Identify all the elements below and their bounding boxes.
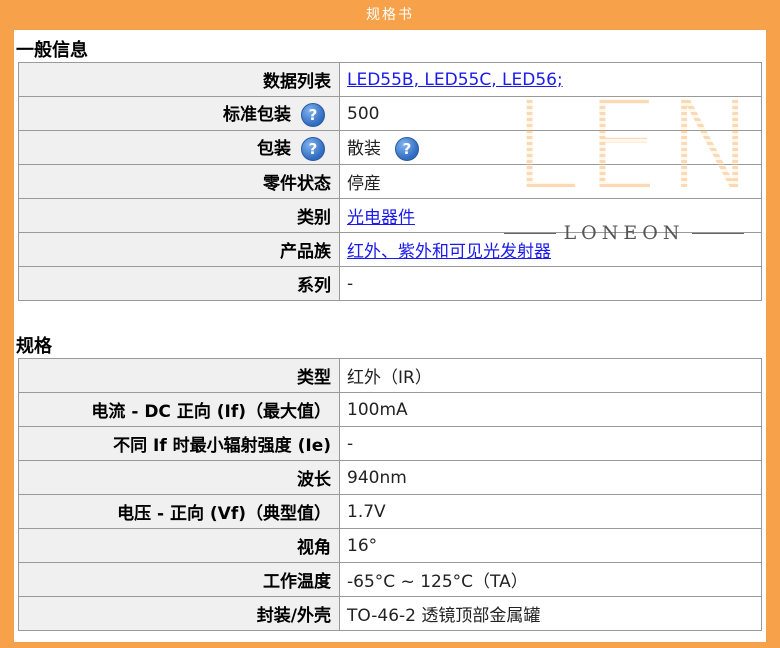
row-label: 零件状态 [263, 174, 331, 194]
general-info-row: 数据列表 LED55B, LED55C, LED56; [18, 62, 762, 97]
row-value-cell: 光电器件 [339, 198, 762, 233]
row-value-cell: - [339, 426, 762, 461]
general-info-row: 包装? 散装? [18, 130, 762, 165]
row-value-cell: 停産 [339, 164, 762, 199]
section-heading-specs: 规格 [16, 336, 52, 357]
general-info-row: 零件状态 停産 [18, 164, 762, 199]
spec-row: 视角 16° [18, 528, 762, 563]
page-banner: 规格书 [0, 0, 780, 30]
row-value-cell: 1.7V [339, 494, 762, 529]
question-help-icon[interactable]: ? [395, 137, 419, 161]
row-value-cell: 500 [339, 96, 762, 131]
row-value-cell: 940nm [339, 460, 762, 495]
spec-row: 电压 - 正向 (Vf)（典型值） 1.7V [18, 494, 762, 529]
datasheet-panel: 一般信息 数据列表 LED55B, LED55C, LED56; 标准包装? 500 包… [14, 30, 766, 642]
general-info-row: 类别 光电器件 [18, 198, 762, 233]
spec-row: 类型 红外（IR） [18, 358, 762, 393]
row-value-cell: 红外、紫外和可见光发射器 [339, 232, 762, 267]
row-label-cell: 视角 [18, 528, 340, 563]
row-value: 100mA [347, 399, 408, 420]
question-help-icon[interactable]: ? [301, 137, 325, 161]
row-value-link[interactable]: 红外、紫外和可见光发射器 [347, 242, 551, 262]
spec-row: 工作温度 -65°C ~ 125°C（TA） [18, 562, 762, 597]
row-label-cell: 包装? [18, 130, 340, 165]
row-label-cell: 标准包装? [18, 96, 340, 131]
banner-title: 规格书 [366, 7, 414, 23]
row-label: 类型 [297, 368, 331, 388]
spec-row: 电流 - DC 正向 (If)（最大值） 100mA [18, 392, 762, 427]
row-label-cell: 电压 - 正向 (Vf)（典型值） [18, 494, 340, 529]
row-label-cell: 产品族 [18, 232, 340, 267]
general-info-row: 标准包装? 500 [18, 96, 762, 131]
row-label-cell: 零件状态 [18, 164, 340, 199]
row-label-cell: 类别 [18, 198, 340, 233]
row-value: 940nm [347, 467, 407, 488]
row-value-cell: 散装? [339, 130, 762, 165]
row-value: 500 [347, 103, 380, 124]
spec-row: 封装/外壳 TO-46-2 透镜顶部金属罐 [18, 596, 762, 631]
row-label-cell: 波长 [18, 460, 340, 495]
question-help-icon[interactable]: ? [301, 103, 325, 127]
row-value: TO-46-2 透镜顶部金属罐 [347, 606, 541, 626]
row-value-cell: 100mA [339, 392, 762, 427]
general-info-table: 数据列表 LED55B, LED55C, LED56; 标准包装? 500 包装? 散装?… [18, 62, 762, 301]
row-label: 不同 If 时最小辐射强度 (Ie) [113, 436, 331, 456]
row-value: 红外（IR） [347, 368, 432, 388]
row-value-link[interactable]: LED55B, LED55C, LED56; [347, 70, 563, 90]
row-label: 视角 [297, 538, 331, 558]
general-info-row: 产品族 红外、紫外和可见光发射器 [18, 232, 762, 267]
general-info-row: 系列 - [18, 266, 762, 301]
row-label-cell: 系列 [18, 266, 340, 301]
row-value-link[interactable]: 光电器件 [347, 208, 415, 228]
section-heading-general: 一般信息 [16, 40, 88, 61]
row-value-cell: LED55B, LED55C, LED56; [339, 62, 762, 97]
specs-table: 类型 红外（IR） 电流 - DC 正向 (If)（最大值） 100mA 不同 If 时… [18, 358, 762, 631]
row-value-cell: - [339, 266, 762, 301]
row-value: - [347, 273, 354, 294]
row-value-cell: TO-46-2 透镜顶部金属罐 [339, 596, 762, 631]
row-value-cell: 16° [339, 528, 762, 563]
row-label: 系列 [297, 276, 331, 296]
row-label: 包装 [257, 139, 291, 159]
row-label-cell: 电流 - DC 正向 (If)（最大值） [18, 392, 340, 427]
row-label-cell: 不同 If 时最小辐射强度 (Ie) [18, 426, 340, 461]
row-label: 类别 [297, 208, 331, 228]
row-label-cell: 类型 [18, 358, 340, 393]
row-value-cell: -65°C ~ 125°C（TA） [339, 562, 762, 597]
row-value: - [347, 433, 354, 454]
spec-row: 波长 940nm [18, 460, 762, 495]
row-label: 工作温度 [263, 572, 331, 592]
row-value: 1.7V [347, 501, 386, 522]
row-label-cell: 数据列表 [18, 62, 340, 97]
row-value-cell: 红外（IR） [339, 358, 762, 393]
row-label: 电流 - DC 正向 (If)（最大值） [91, 402, 331, 422]
row-label: 波长 [297, 470, 331, 490]
row-value: -65°C ~ 125°C（TA） [347, 572, 528, 592]
row-label: 电压 - 正向 (Vf)（典型值） [117, 504, 331, 524]
row-label: 封装/外壳 [256, 606, 331, 626]
row-label-cell: 封装/外壳 [18, 596, 340, 631]
row-label: 标准包装 [223, 105, 291, 125]
row-value: 散装 [347, 139, 381, 159]
row-label-cell: 工作温度 [18, 562, 340, 597]
spec-row: 不同 If 时最小辐射强度 (Ie) - [18, 426, 762, 461]
row-label: 数据列表 [263, 72, 331, 92]
row-value: 停産 [347, 174, 381, 194]
row-label: 产品族 [280, 242, 331, 262]
row-value: 16° [347, 535, 378, 556]
